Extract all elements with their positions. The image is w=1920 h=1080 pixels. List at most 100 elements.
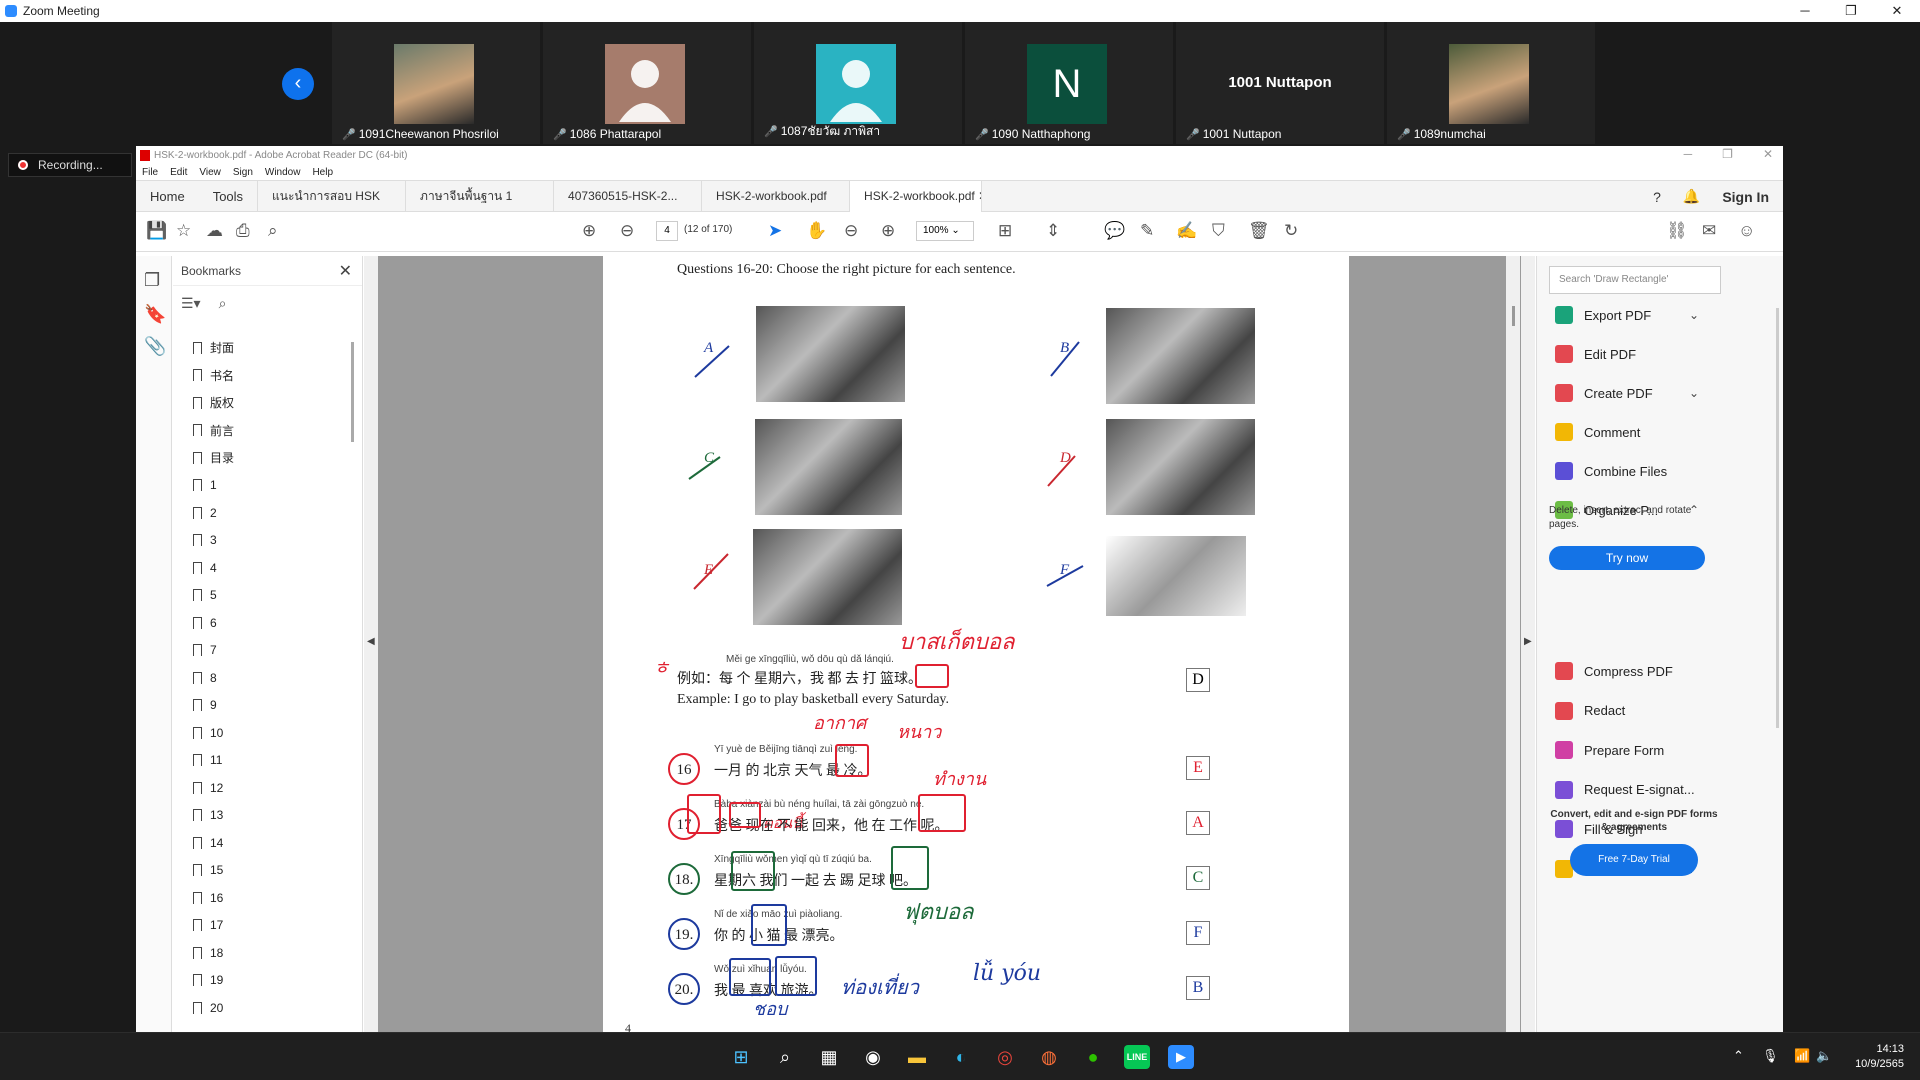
bookmark-item[interactable]: 3 [173,527,353,555]
bookmark-item[interactable]: 20 [173,994,353,1022]
hand-tool-icon[interactable]: ✋ [806,220,827,242]
tool-item[interactable]: Export PDF ⌄ [1555,306,1699,324]
zoom-select[interactable]: 100% ⌄ [916,221,974,241]
collapse-right-panel[interactable]: ▶ [1521,256,1535,1032]
search-icon[interactable]: ⌕ [268,220,278,242]
maximize-icon[interactable]: ❐ [1828,0,1874,22]
bookmark-item[interactable]: 4 [173,554,353,582]
menu-item[interactable]: Help [312,167,333,178]
bookmark-item[interactable]: 12 [173,774,353,802]
bookmark-item[interactable]: 9 [173,692,353,720]
search-icon[interactable]: ⌕ [772,1045,798,1069]
volume-icon[interactable]: 🔈 [1816,1048,1832,1064]
chrome-icon[interactable]: ◎ [992,1045,1018,1069]
bookmark-item[interactable]: 8 [173,664,353,692]
sign-in-button[interactable]: Sign In [1722,189,1769,205]
participant-tile[interactable]: 🎤 1086 Phattarapol [543,22,751,144]
bookmark-item[interactable]: 书名 [173,362,353,390]
line-icon[interactable]: LINE [1124,1045,1150,1069]
delete-icon[interactable]: 🗑 [1248,220,1270,242]
bookmark-item[interactable]: 18 [173,939,353,967]
bookmark-item[interactable]: 5 [173,582,353,610]
bookmark-item[interactable]: 版权 [173,389,353,417]
bookmark-item[interactable]: 7 [173,637,353,665]
account-icon[interactable]: ☺ [1738,220,1755,242]
zoom-in-icon[interactable]: ⊕ [881,220,895,242]
tool-item[interactable]: Redact [1555,701,1625,720]
document-tab[interactable]: 407360515-HSK-2... [554,181,703,212]
calculator-icon[interactable]: ▦ [816,1045,842,1069]
tool-item[interactable]: Request E-signat... [1555,780,1695,799]
next-page-icon[interactable]: ⊖ [620,220,634,242]
highlight-icon[interactable]: ✎ [1140,220,1154,242]
zoom-out-icon[interactable]: ⊖ [844,220,858,242]
start-icon[interactable]: ⊞ [728,1045,754,1069]
wifi-icon[interactable]: 📶 [1794,1048,1810,1064]
bookmark-search-icon[interactable]: ⌕ [219,295,227,312]
bookmark-item[interactable]: 目录 [173,444,353,472]
try-now-button[interactable]: Try now [1549,546,1705,570]
bookmark-icon[interactable]: 🔖 [144,304,166,325]
help-icon[interactable]: ? [1653,189,1661,205]
close-tab-icon[interactable]: ✕ [978,189,981,203]
zoom-taskbar-icon[interactable]: ▶ [1168,1045,1194,1069]
prev-page-icon[interactable]: ⊕ [582,220,596,242]
close-icon[interactable]: ✕ [1874,0,1920,22]
file-explorer-icon[interactable]: ▬ [904,1045,930,1069]
bookmark-item[interactable]: 16 [173,884,353,912]
document-tab[interactable]: HSK-2-workbook.pdf ✕ [850,181,983,213]
tool-item[interactable]: Compress PDF [1555,662,1673,680]
bookmark-item[interactable]: 15 [173,857,353,885]
bookmark-item[interactable]: 10 [173,719,353,747]
star-icon[interactable]: ☆ [176,220,191,242]
tab-tools[interactable]: Tools [199,181,259,212]
menu-item[interactable]: File [142,167,158,178]
camera-icon[interactable]: ◉ [860,1045,886,1069]
chevron-icon[interactable]: ⌄ [1689,386,1699,400]
pages-icon[interactable]: ❐ [144,270,160,291]
gallery-prev-button[interactable]: ‹ [282,68,314,100]
tools-search-input[interactable]: Search 'Draw Rectangle' [1549,266,1721,294]
email-icon[interactable]: ✉ [1702,220,1716,242]
wechat-icon[interactable]: ● [1080,1045,1106,1069]
close-icon[interactable]: ✕ [1763,147,1773,161]
bookmark-options-icon[interactable]: ☰▾ [181,295,201,312]
participant-tile[interactable]: 🎤 1091Cheewanon Phosriloi [332,22,540,144]
bookmark-item[interactable]: 11 [173,747,353,775]
notification-bell-icon[interactable]: 🔔 [1683,188,1700,205]
close-panel-icon[interactable]: ✕ [339,261,352,281]
document-tab[interactable]: ภาษาจีนพื้นฐาน 1 [406,181,555,212]
minimize-icon[interactable]: ─ [1684,147,1693,161]
participant-tile[interactable]: 🎤 1087ชัยวัฒ ภาพิสา [754,22,962,144]
tray-chevron-icon[interactable]: ⌃ [1733,1048,1744,1064]
free-trial-button[interactable]: Free 7-Day Trial [1570,844,1698,876]
participant-tile[interactable]: 🎤 1089numchai [1387,22,1595,144]
bookmarks-scrollbar[interactable] [351,342,354,442]
chevron-icon[interactable]: ⌄ [1689,308,1699,322]
bookmark-item[interactable]: 19 [173,967,353,995]
rotate-icon[interactable]: ↻ [1284,220,1298,242]
page-number-input[interactable]: 4 [656,221,678,241]
attachment-icon[interactable]: 📎 [144,336,166,357]
bookmark-item[interactable]: 14 [173,829,353,857]
bookmark-item[interactable]: 17 [173,912,353,940]
restore-icon[interactable]: ❐ [1722,147,1733,161]
tool-item[interactable]: Combine Files [1555,462,1667,480]
select-cursor-icon[interactable]: ➤ [768,220,782,242]
participant-tile[interactable]: N 🎤 1090 Natthaphong [965,22,1173,144]
document-scrollbar[interactable] [1506,256,1520,1032]
menu-item[interactable]: View [199,167,221,178]
participant-tile[interactable]: 1001 Nuttapon 🎤 1001 Nuttapon [1176,22,1384,144]
tool-item[interactable]: Comment [1555,423,1640,441]
tab-home[interactable]: Home [136,181,199,212]
minimize-icon[interactable]: ─ [1782,0,1828,22]
document-tab[interactable]: แนะนำการสอบ HSK [258,181,407,212]
sign-icon[interactable]: ✍ [1176,220,1197,242]
bookmark-item[interactable]: 前言 [173,417,353,445]
bookmark-item[interactable]: 1 [173,472,353,500]
edge-icon[interactable]: ◐ [948,1045,974,1069]
share-link-icon[interactable]: ⛓ [1666,220,1688,242]
save-icon[interactable]: 💾 [146,220,167,242]
bookmark-item[interactable]: 6 [173,609,353,637]
recording-indicator[interactable]: Recording... [8,153,132,177]
